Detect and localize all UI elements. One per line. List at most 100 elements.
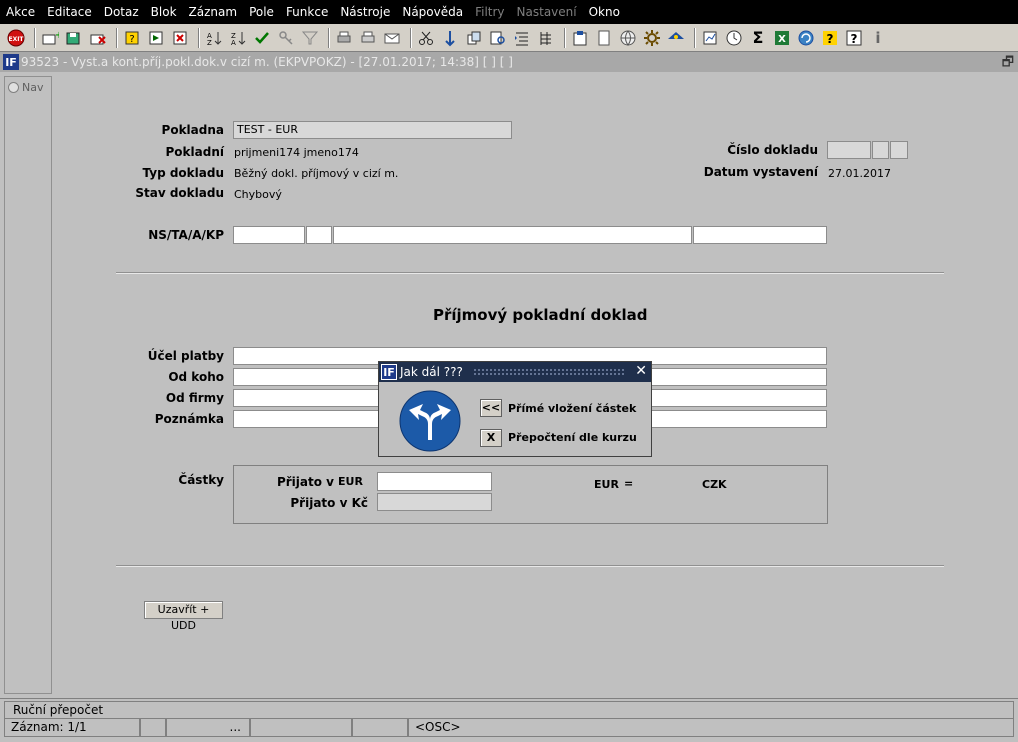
poznamka-label: Poznámka xyxy=(154,412,224,426)
menu-item[interactable]: Akce xyxy=(0,0,41,24)
paste-icon[interactable] xyxy=(440,28,460,48)
delete-record-icon[interactable] xyxy=(88,28,108,48)
prepocteni-button[interactable]: X xyxy=(480,429,502,447)
cancel-query-icon[interactable] xyxy=(170,28,190,48)
status-record: Záznam: 1/1 xyxy=(4,719,140,737)
find-icon[interactable] xyxy=(488,28,508,48)
menu-item[interactable]: Funkce xyxy=(280,0,334,24)
sort-asc-icon[interactable]: AZ xyxy=(204,28,224,48)
cislo-dokladu-field-1[interactable] xyxy=(827,141,871,159)
toolbar-separator xyxy=(694,27,696,48)
key-icon[interactable] xyxy=(276,28,296,48)
svg-text:?: ? xyxy=(129,34,134,45)
prijato-kc-field[interactable] xyxy=(377,493,492,511)
nav-toggle[interactable]: Nav xyxy=(5,77,51,98)
radio-icon[interactable] xyxy=(8,82,19,93)
copy-icon[interactable] xyxy=(464,28,484,48)
execute-query-icon[interactable] xyxy=(146,28,166,48)
menu-item[interactable]: Pole xyxy=(243,0,280,24)
rate-equals: = xyxy=(624,477,634,490)
gear-icon[interactable] xyxy=(642,28,662,48)
status-cells: Záznam: 1/1 ... <OSC> xyxy=(4,719,1014,737)
status-cell-2 xyxy=(140,719,166,737)
pokladni-value: prijmeni174 jmeno174 xyxy=(234,146,359,159)
castky-groupbox xyxy=(233,465,828,524)
menu-item[interactable]: Editace xyxy=(41,0,98,24)
cislo-dokladu-field-3[interactable] xyxy=(890,141,908,159)
prijato-kc-label: Přijato v Kč xyxy=(290,496,368,510)
clock-icon[interactable] xyxy=(724,28,744,48)
ucel-platby-label: Účel platby xyxy=(147,349,224,363)
ns-label: NS/TA/A/KP xyxy=(148,228,224,242)
menu-item[interactable]: Nástroje xyxy=(334,0,396,24)
clipboard-icon[interactable] xyxy=(570,28,590,48)
uzavrit-udd-button[interactable]: Uzavřít + UDD xyxy=(144,601,223,632)
list-icon[interactable] xyxy=(512,28,532,48)
window-title: 93523 - Vyst.a kont.příj.pokl.dok.v cizí… xyxy=(21,55,513,69)
ta-field[interactable] xyxy=(306,226,332,244)
rate-from-currency: EUR xyxy=(594,478,619,491)
info-icon[interactable]: i xyxy=(868,28,888,48)
checkmark-icon[interactable] xyxy=(252,28,272,48)
insert-record-icon[interactable]: + xyxy=(40,28,60,48)
query-icon[interactable]: ? xyxy=(122,28,142,48)
dialog-title: Jak dál ??? xyxy=(400,365,463,379)
pokladna-label: Pokladna xyxy=(161,123,224,137)
exit-icon[interactable]: EXIT xyxy=(6,28,26,48)
status-bar: Ruční přepočet Záznam: 1/1 ... <OSC> xyxy=(0,698,1018,742)
status-cell-3: ... xyxy=(166,719,250,737)
menu-item[interactable]: Dotaz xyxy=(98,0,145,24)
menu-item[interactable]: Nastavení xyxy=(511,0,583,24)
nav-panel: Nav xyxy=(4,76,52,694)
castky-label: Částky xyxy=(178,473,224,487)
mail-icon[interactable] xyxy=(382,28,402,48)
stav-dokladu-label: Stav dokladu xyxy=(135,186,224,200)
help-icon[interactable]: ? xyxy=(820,28,840,48)
filter-icon[interactable] xyxy=(300,28,320,48)
pokladna-field[interactable]: TEST - EUR xyxy=(233,121,512,139)
typ-dokladu-label: Typ dokladu xyxy=(142,166,224,180)
report-icon[interactable] xyxy=(700,28,720,48)
save-icon[interactable] xyxy=(64,28,84,48)
cut-icon[interactable] xyxy=(416,28,436,48)
excel-icon[interactable]: X xyxy=(772,28,792,48)
sort-desc-icon[interactable]: ZA xyxy=(228,28,248,48)
prime-vlozeni-label: Přímé vložení částek xyxy=(508,402,637,415)
svg-text:X: X xyxy=(778,34,786,45)
rate-to-currency: CZK xyxy=(702,478,727,491)
a-field[interactable] xyxy=(333,226,692,244)
print-setup-icon[interactable] xyxy=(358,28,378,48)
status-mode: <OSC> xyxy=(408,719,1014,737)
status-cell-5 xyxy=(352,719,408,737)
cislo-dokladu-field-2[interactable] xyxy=(872,141,889,159)
nav-label: Nav xyxy=(22,81,44,94)
typ-dokladu-value: Běžný dokl. příjmový v cizí m. xyxy=(234,167,399,180)
eye-icon[interactable] xyxy=(666,28,686,48)
svg-text:+: + xyxy=(55,30,59,41)
sum-icon[interactable]: Σ xyxy=(748,28,768,48)
stav-dokladu-value: Chybový xyxy=(234,188,282,201)
menu-item[interactable]: Záznam xyxy=(183,0,244,24)
toolbar-separator xyxy=(34,27,36,48)
ns-field[interactable] xyxy=(233,226,305,244)
menu-item[interactable]: Blok xyxy=(145,0,183,24)
prime-vlozeni-button[interactable]: << xyxy=(480,399,502,417)
od-koho-label: Od koho xyxy=(168,370,224,384)
page-icon[interactable] xyxy=(594,28,614,48)
question-icon[interactable]: ? xyxy=(844,28,864,48)
divider xyxy=(116,272,944,274)
app-logo-icon: IF xyxy=(3,54,19,70)
od-firmy-label: Od firmy xyxy=(165,391,224,405)
tree-icon[interactable] xyxy=(536,28,556,48)
menu-item[interactable]: Filtry xyxy=(469,0,510,24)
toolbar-separator xyxy=(410,27,412,48)
refresh-icon[interactable] xyxy=(796,28,816,48)
print-icon[interactable] xyxy=(334,28,354,48)
globe-icon[interactable] xyxy=(618,28,638,48)
menu-item[interactable]: Nápověda xyxy=(396,0,469,24)
menu-item[interactable]: Okno xyxy=(583,0,626,24)
kp-field[interactable] xyxy=(693,226,827,244)
close-icon[interactable]: ✕ xyxy=(635,363,647,379)
prijato-v-field[interactable] xyxy=(377,472,492,491)
menu-bar: Akce Editace Dotaz Blok Záznam Pole Funkce Nást… xyxy=(0,0,1018,24)
